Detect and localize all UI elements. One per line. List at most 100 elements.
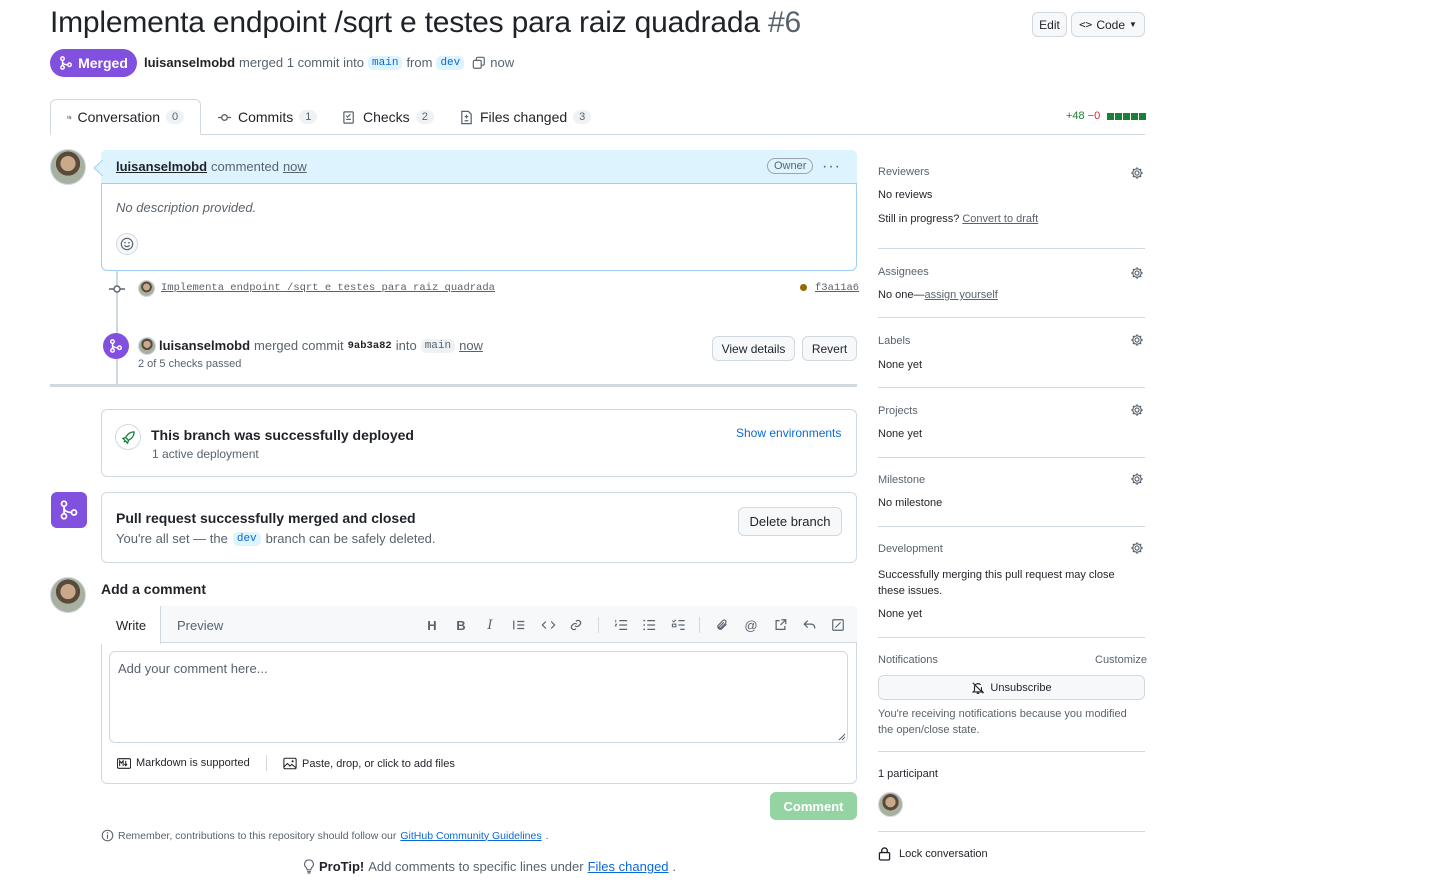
add-reaction-button[interactable] [116,233,138,255]
ordered-list-icon[interactable] [612,616,630,634]
notifications-title: Notifications [878,654,938,666]
merge-sha[interactable]: 9ab3a82 [348,340,392,352]
heading-icon[interactable]: H [423,616,441,634]
gear-icon[interactable] [1130,333,1144,347]
kebab-menu-icon[interactable]: ··· [822,158,841,176]
check-status-dot[interactable] [800,284,807,291]
comment-action: commented [211,159,279,174]
toolbar-divider [699,617,700,633]
merge-author[interactable]: luisanselmobd [159,338,250,353]
delete-branch-button[interactable]: Delete branch [738,507,842,536]
comment-time[interactable]: now [283,159,307,174]
merged-text: You're all set — the dev branch can be s… [116,531,436,546]
head-branch[interactable]: dev [436,55,465,70]
customize-link[interactable]: Customize [1095,654,1147,666]
checks-status[interactable]: 2 of 5 checks passed [138,358,241,370]
assign-yourself-link[interactable]: assign yourself [924,289,997,301]
quote-icon[interactable] [510,616,528,634]
comment-submit-button[interactable]: Comment [770,792,857,820]
comment-submit-label: Comment [783,798,844,814]
avatar[interactable] [138,337,156,355]
gear-icon[interactable] [1130,266,1144,280]
assignees-title[interactable]: Assignees [878,266,929,278]
lock-icon [878,847,891,861]
gear-icon[interactable] [1130,403,1144,417]
write-tab[interactable]: Write [116,618,146,633]
fullscreen-icon[interactable] [829,616,847,634]
merged-time: now [490,55,515,70]
copy-icon[interactable] [472,56,486,70]
view-details-button[interactable]: View details [712,336,795,361]
deployment-card [101,409,857,477]
italic-icon[interactable]: I [481,616,499,634]
merged-branch[interactable]: dev [232,531,261,546]
assignees-value: No one— assign yourself [878,289,998,301]
guidelines-link[interactable]: GitHub Community Guidelines [400,830,541,842]
reviewers-progress: Still in progress? Convert to draft [878,213,1038,225]
lock-conversation-button[interactable]: Lock conversation [878,846,988,861]
pr-title-text: Implementa endpoint /sqrt e testes para … [50,6,760,39]
avatar[interactable] [50,149,86,185]
notifications-reason: You're receiving notifications because y… [878,708,1127,736]
labels-title[interactable]: Labels [878,335,910,347]
tab-counter: 3 [573,110,592,124]
gear-icon[interactable] [1130,472,1144,486]
diffstat-blocks [1106,112,1147,120]
tab-commits[interactable]: Commits 1 [201,99,333,135]
link-icon[interactable] [567,616,585,634]
resize-handle-icon[interactable] [838,733,846,741]
comment-icon [67,115,72,120]
unsubscribe-button[interactable]: Unsubscribe [878,675,1145,700]
merge-action: merged commit [254,338,344,353]
gear-icon[interactable] [1130,541,1144,555]
code-button[interactable]: <> Code ▼ [1071,12,1145,37]
tab-conversation[interactable]: Conversation 0 [50,99,201,135]
reply-icon[interactable] [800,616,818,634]
reviewers-title[interactable]: Reviewers [878,166,929,178]
files-changed-link[interactable]: Files changed [588,859,669,874]
avatar[interactable] [138,280,155,297]
cross-reference-icon[interactable] [771,616,789,634]
comment-textarea[interactable]: Add your comment here... [109,651,848,743]
tab-checks[interactable]: Checks 2 [326,99,450,135]
task-list-icon[interactable] [669,616,687,634]
info-icon [101,829,114,842]
tab-label: Checks [363,109,410,125]
pr-title: Implementa endpoint /sqrt e testes para … [50,6,801,40]
preview-tab[interactable]: Preview [177,618,223,633]
code-icon[interactable] [539,616,557,634]
merge-time[interactable]: now [459,338,483,353]
avatar[interactable] [50,577,86,613]
unordered-list-icon[interactable] [640,616,658,634]
milestone-title[interactable]: Milestone [878,474,925,486]
revert-button[interactable]: Revert [802,336,857,361]
pr-number: #6 [767,6,801,39]
paperclip-icon[interactable] [713,616,731,634]
caret-down-icon: ▼ [1129,20,1137,29]
sidebar-divider [878,387,1145,388]
base-branch[interactable]: main [368,55,403,70]
commit-message[interactable]: Implementa endpoint /sqrt e testes para … [161,282,495,294]
development-title[interactable]: Development [878,543,943,555]
footer-divider [266,755,267,771]
comment-author[interactable]: luisanselmobd [116,159,207,174]
projects-title[interactable]: Projects [878,405,918,417]
tab-files-changed[interactable]: Files changed 3 [443,99,607,135]
mention-icon[interactable]: @ [742,616,760,634]
avatar[interactable] [878,792,903,817]
attach-files-button[interactable]: Paste, drop, or click to add files [283,757,455,770]
assignees-none: No one— [878,289,925,301]
edit-button[interactable]: Edit [1032,12,1067,37]
edit-label: Edit [1039,17,1060,32]
gear-icon[interactable] [1130,166,1144,180]
bold-icon[interactable]: B [452,616,470,634]
markdown-note[interactable]: Markdown is supported [117,757,250,769]
convert-to-draft-link[interactable]: Convert to draft [962,213,1038,225]
commit-sha[interactable]: f3a11a6 [815,282,859,294]
sidebar-divider [878,831,1145,832]
protip-text: Add comments to specific lines under [368,859,584,874]
author-link[interactable]: luisanselmobd [144,55,235,70]
revert-label: Revert [811,341,848,356]
merge-branch[interactable]: main [420,338,456,353]
show-environments-link[interactable]: Show environments [736,426,841,440]
